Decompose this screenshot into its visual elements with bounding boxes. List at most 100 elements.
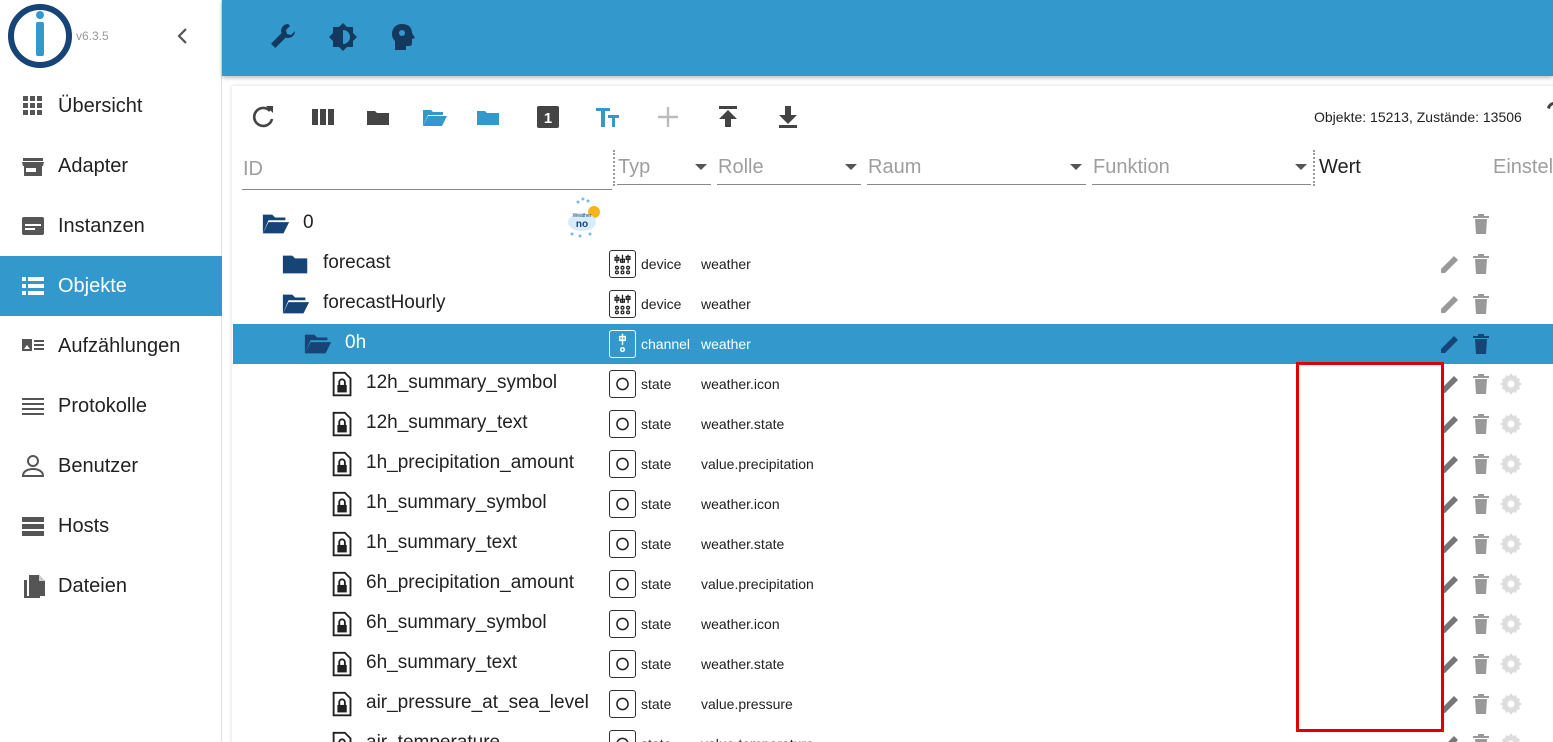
- refresh-icon[interactable]: [249, 103, 277, 131]
- folder-open-icon: [282, 294, 310, 314]
- app-root: v6.3.5 Übersicht Adapter Instanzen Objekte A…: [0, 0, 1553, 742]
- object-id: air_pressure_at_sea_level: [366, 692, 589, 713]
- locked-file-icon: [332, 731, 352, 742]
- iobroker-logo[interactable]: [8, 4, 72, 68]
- sidebar-item-protokolle[interactable]: Protokolle: [0, 376, 222, 436]
- object-id: 6h_precipitation_amount: [366, 572, 575, 593]
- sidebar-item-benutzer[interactable]: Benutzer: [0, 436, 222, 496]
- folder-expand-icon[interactable]: [474, 103, 502, 131]
- highlight-annotation-box: [1296, 362, 1444, 732]
- sidebar-item-adapter[interactable]: Adapter: [0, 136, 222, 196]
- level-1-icon[interactable]: 1: [534, 103, 562, 131]
- edit-icon[interactable]: [1438, 292, 1462, 316]
- funktion-filter-select[interactable]: Funktion: [1092, 150, 1311, 185]
- state-type-icon: [609, 610, 636, 638]
- upload-icon[interactable]: [714, 103, 742, 131]
- object-role: weather.state: [701, 536, 785, 552]
- sidebar-item-übersicht[interactable]: Übersicht: [0, 76, 222, 136]
- wert-column-header: Wert: [1319, 156, 1361, 178]
- delete-icon[interactable]: [1469, 572, 1493, 596]
- delete-icon[interactable]: [1469, 532, 1493, 556]
- delete-icon[interactable]: [1469, 652, 1493, 676]
- delete-icon[interactable]: [1469, 612, 1493, 636]
- object-role: weather.icon: [701, 496, 780, 512]
- object-type: state: [641, 416, 672, 432]
- object-role: value.precipitation: [701, 456, 814, 472]
- add-icon[interactable]: [654, 103, 682, 131]
- sidebar-item-hosts[interactable]: Hosts: [0, 496, 222, 556]
- object-id: 0: [303, 212, 314, 233]
- locked-file-icon: [332, 611, 352, 637]
- rolle-filter-label: Rolle: [718, 156, 764, 178]
- object-type: state: [641, 696, 672, 712]
- grid-icon: [23, 96, 42, 115]
- sidebar-item-aufzählungen[interactable]: Aufzählungen: [0, 316, 222, 376]
- theme-icon[interactable]: [326, 20, 360, 54]
- locked-file-icon: [332, 691, 352, 717]
- text-size-icon[interactable]: [594, 103, 622, 131]
- object-counts: Objekte: 15213, Zustände: 13506: [1314, 109, 1522, 125]
- raum-filter-select[interactable]: Raum: [867, 150, 1086, 185]
- object-id: 1h_precipitation_amount: [366, 452, 575, 473]
- sidebar-item-instanzen[interactable]: Instanzen: [0, 196, 222, 256]
- gear-icon[interactable]: [1499, 492, 1523, 516]
- tree-row[interactable]: 0: [233, 204, 1553, 244]
- gear-icon[interactable]: [1499, 732, 1523, 742]
- gear-icon[interactable]: [1499, 612, 1523, 636]
- delete-icon[interactable]: [1469, 252, 1493, 276]
- object-id: 12h_summary_text: [366, 412, 528, 433]
- delete-icon[interactable]: [1469, 452, 1493, 476]
- tree-row[interactable]: forecastHourly device weather: [233, 284, 1553, 324]
- sidebar-item-label: Übersicht: [58, 95, 143, 117]
- gear-icon[interactable]: [1499, 412, 1523, 436]
- sidebar-item-label: Aufzählungen: [58, 335, 181, 357]
- settings-partial-icon[interactable]: [1546, 100, 1553, 120]
- delete-icon[interactable]: [1469, 412, 1493, 436]
- collapse-sidebar-icon[interactable]: [172, 24, 194, 48]
- gear-icon[interactable]: [1499, 452, 1523, 476]
- chevron-down-icon: [1070, 164, 1082, 170]
- column-resize-handle[interactable]: [1313, 150, 1315, 186]
- locked-file-icon: [332, 651, 352, 677]
- object-id: 1h_summary_text: [366, 532, 518, 553]
- tree-row[interactable]: 0h channel weather: [233, 324, 1553, 364]
- edit-icon[interactable]: [1438, 252, 1462, 276]
- folder-open-icon[interactable]: [420, 103, 448, 131]
- tree-row[interactable]: forecast device weather: [233, 244, 1553, 284]
- delete-icon[interactable]: [1469, 292, 1493, 316]
- gear-icon[interactable]: [1499, 372, 1523, 396]
- edit-icon[interactable]: [1438, 732, 1462, 742]
- folder-open-icon: [304, 334, 332, 354]
- enum-icon: [22, 339, 44, 351]
- gear-icon[interactable]: [1499, 532, 1523, 556]
- id-filter-input[interactable]: ID: [242, 152, 612, 190]
- wrench-icon[interactable]: [266, 20, 300, 54]
- delete-icon[interactable]: [1469, 332, 1493, 356]
- object-type: state: [641, 536, 672, 552]
- channel-type-icon: [609, 330, 636, 358]
- delete-icon[interactable]: [1469, 212, 1493, 236]
- folder-collapse-icon[interactable]: [364, 103, 392, 131]
- object-type: state: [641, 456, 672, 472]
- object-type: state: [641, 376, 672, 392]
- expert-mode-icon[interactable]: [386, 20, 420, 54]
- delete-icon[interactable]: [1469, 492, 1493, 516]
- edit-icon[interactable]: [1438, 332, 1462, 356]
- rolle-filter-select[interactable]: Rolle: [717, 150, 861, 185]
- sidebar-item-label: Hosts: [58, 515, 110, 537]
- gear-icon[interactable]: [1499, 652, 1523, 676]
- gear-icon[interactable]: [1499, 692, 1523, 716]
- files-icon: [24, 575, 45, 598]
- weather-logo-line2: no: [576, 219, 588, 230]
- typ-filter-select[interactable]: Typ: [617, 150, 711, 185]
- delete-icon[interactable]: [1469, 732, 1493, 742]
- delete-icon[interactable]: [1469, 692, 1493, 716]
- gear-icon[interactable]: [1499, 572, 1523, 596]
- column-resize-handle[interactable]: [613, 150, 615, 186]
- sidebar-item-dateien[interactable]: Dateien: [0, 556, 222, 616]
- sidebar-item-objekte[interactable]: Objekte: [0, 256, 222, 316]
- delete-icon[interactable]: [1469, 372, 1493, 396]
- state-type-icon: [609, 370, 636, 398]
- columns-icon[interactable]: [309, 103, 337, 131]
- download-icon[interactable]: [774, 103, 802, 131]
